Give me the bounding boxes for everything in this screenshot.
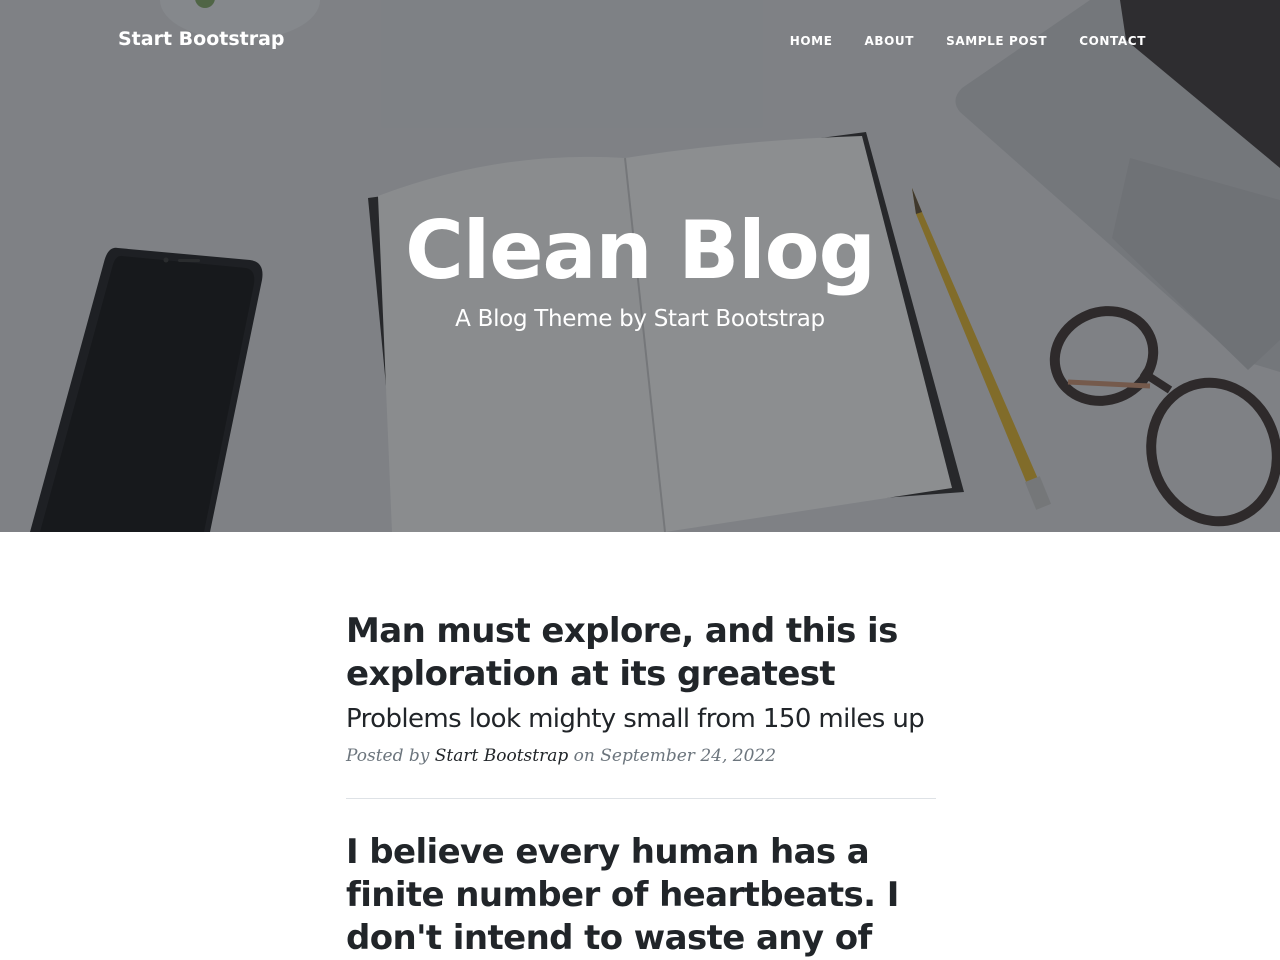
post-preview: Man must explore, and this is exploratio… — [346, 610, 936, 766]
post-meta-prefix: Posted by — [346, 746, 430, 766]
post-meta-date: on September 24, 2022 — [573, 746, 777, 766]
site-heading: Clean Blog A Blog Theme by Start Bootstr… — [0, 204, 1280, 333]
site-subtitle: A Blog Theme by Start Bootstrap — [455, 306, 825, 332]
post-list: Man must explore, and this is exploratio… — [346, 610, 936, 960]
nav-link-sample-post[interactable]: Sample Post — [946, 34, 1047, 48]
masthead: Start Bootstrap Home About Sample Post C… — [0, 0, 1280, 532]
nav-link-home[interactable]: Home — [790, 34, 833, 48]
post-author-link[interactable]: Start Bootstrap — [435, 746, 568, 766]
nav-link-about[interactable]: About — [865, 34, 915, 48]
site-title: Clean Blog — [405, 204, 876, 297]
navbar: Start Bootstrap Home About Sample Post C… — [0, 0, 1280, 84]
post-title-link[interactable]: Man must explore, and this is exploratio… — [346, 610, 936, 696]
nav-link-contact[interactable]: Contact — [1079, 34, 1146, 48]
nav-links: Home About Sample Post Contact — [790, 34, 1146, 48]
post-meta: Posted by Start Bootstrap on September 2… — [346, 746, 936, 766]
post-preview: I believe every human has a finite numbe… — [346, 831, 936, 960]
post-divider — [346, 798, 936, 799]
post-title-link[interactable]: I believe every human has a finite numbe… — [346, 831, 936, 960]
post-subtitle[interactable]: Problems look mighty small from 150 mile… — [346, 704, 936, 734]
brand-link[interactable]: Start Bootstrap — [118, 28, 285, 50]
